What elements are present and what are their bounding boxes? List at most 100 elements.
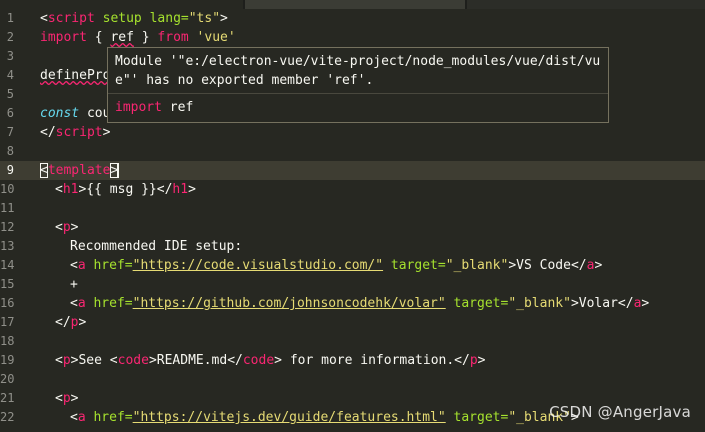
line-number: 18	[0, 334, 15, 348]
text: +	[70, 277, 78, 292]
punct: <	[70, 410, 78, 425]
punct: >	[70, 220, 79, 235]
tab-2[interactable]	[245, 0, 465, 9]
attr-value: "_blank"	[445, 258, 509, 273]
keyword: import	[40, 30, 87, 45]
identifier: cou	[79, 106, 111, 121]
tag-name: a	[77, 410, 86, 425]
tag-name: template	[47, 163, 111, 178]
punct: <	[55, 353, 63, 368]
code-line-6[interactable]: const cou	[40, 104, 110, 123]
attr-value: "ts"	[188, 11, 221, 26]
attr-name: target=	[383, 258, 446, 273]
storage-keyword: const	[40, 106, 80, 121]
line-number: 10	[0, 182, 15, 196]
punct: }	[133, 30, 158, 45]
string: 'vue'	[188, 30, 236, 45]
code-line-7[interactable]: </script>	[40, 123, 110, 142]
attr-name: target=	[445, 410, 509, 425]
code-line-17[interactable]: </p>	[55, 313, 86, 332]
tag-name: p	[62, 220, 71, 235]
tag-name: code	[242, 353, 275, 368]
bracket-match: >	[110, 163, 119, 178]
line-number-current: 9	[6, 163, 14, 177]
attr-name: href=	[85, 258, 133, 273]
line-number: 17	[0, 315, 15, 329]
tag-name: a	[77, 296, 86, 311]
quick-fix-label: ref	[161, 100, 194, 115]
code-line-10[interactable]: <h1>{{ msg }}</h1>	[55, 180, 196, 199]
line-number: 14	[0, 258, 15, 272]
tag-name: h1	[172, 182, 189, 197]
code-line-14[interactable]: <a href="https://code.visualstudio.com/"…	[70, 256, 602, 275]
punct: <	[70, 296, 78, 311]
tag-name: p	[62, 391, 71, 406]
code-line-13[interactable]: Recommended IDE setup:	[70, 237, 242, 256]
tag-name: script	[47, 11, 95, 26]
error-message: Module '"e:/electron-vue/vite-project/no…	[115, 54, 601, 88]
line-number: 19	[0, 353, 15, 367]
attr-name: href=	[85, 296, 133, 311]
text: >{{ msg }}</	[78, 182, 173, 197]
tab-bar	[0, 0, 705, 9]
text: >VS Code</	[508, 258, 587, 273]
line-number: 2	[6, 30, 14, 44]
punct: >	[78, 315, 87, 330]
punct: >	[641, 296, 650, 311]
tab-3[interactable]	[467, 0, 705, 9]
url-string[interactable]: "https://vitejs.dev/guide/features.html"	[133, 410, 446, 425]
attr-name: target=	[445, 296, 509, 311]
text: > for more information.</	[274, 353, 470, 368]
tag-name: h1	[62, 182, 79, 197]
line-number: 6	[6, 106, 14, 120]
attr-name: setup lang=	[94, 11, 189, 26]
code-line-21[interactable]: <p>	[55, 389, 78, 408]
line-number-gutter: 1 2 3 4 5 6 7 8 9 10 11 12 13 14 15 16 1…	[0, 9, 30, 432]
code-line-15[interactable]: +	[70, 275, 78, 294]
text-cursor	[118, 163, 120, 178]
tag-name: code	[117, 353, 149, 368]
punct: <	[40, 11, 48, 26]
punct: >	[188, 182, 196, 197]
punct: >	[70, 391, 79, 406]
attr-value: "_blank"	[508, 296, 571, 311]
keyword: from	[157, 30, 189, 45]
punct: >	[220, 11, 228, 26]
line-number: 22	[0, 410, 15, 424]
code-line-22[interactable]: <a href="https://vitejs.dev/guide/featur…	[70, 408, 579, 427]
punct: {	[86, 30, 111, 45]
url-string[interactable]: "https://code.visualstudio.com/"	[133, 258, 383, 273]
punct: </	[40, 125, 56, 140]
code-line-19[interactable]: <p>See <code>README.md</code> for more i…	[55, 351, 486, 370]
line-number: 8	[6, 144, 14, 158]
code-line-9[interactable]: <template>	[40, 161, 120, 180]
quick-fix-import-ref[interactable]: import ref	[115, 98, 193, 117]
code-line-12[interactable]: <p>	[55, 218, 78, 237]
line-number: 12	[0, 220, 15, 234]
code-line-1[interactable]: <script setup lang="ts">	[40, 9, 228, 28]
punct: <	[55, 220, 63, 235]
punct: >	[477, 353, 486, 368]
punct: </	[55, 315, 71, 330]
tag-name: script	[55, 125, 103, 140]
code-line-2[interactable]: import { ref } from 'vue'	[40, 28, 236, 47]
tag-name: p	[469, 353, 478, 368]
tag-name: p	[62, 353, 71, 368]
tag-name: a	[77, 258, 86, 273]
line-number: 11	[0, 201, 15, 215]
line-number: 21	[0, 391, 15, 405]
error-identifier[interactable]: ref	[110, 30, 133, 45]
line-number: 1	[6, 11, 14, 25]
code-line-16[interactable]: <a href="https://github.com/johnsoncodeh…	[70, 294, 649, 313]
line-number: 15	[0, 277, 15, 291]
line-number: 3	[6, 49, 14, 63]
punct: <	[70, 258, 78, 273]
text: Recommended IDE setup:	[70, 239, 243, 254]
tab-active[interactable]	[0, 0, 243, 9]
error-tooltip: Module '"e:/electron-vue/vite-project/no…	[107, 47, 609, 123]
punct: >	[102, 125, 111, 140]
watermark: CSDN @AngerJava	[549, 403, 691, 421]
text: >See <	[70, 353, 118, 368]
tooltip-divider	[108, 93, 608, 94]
url-string[interactable]: "https://github.com/johnsoncodehk/volar"	[133, 296, 446, 311]
